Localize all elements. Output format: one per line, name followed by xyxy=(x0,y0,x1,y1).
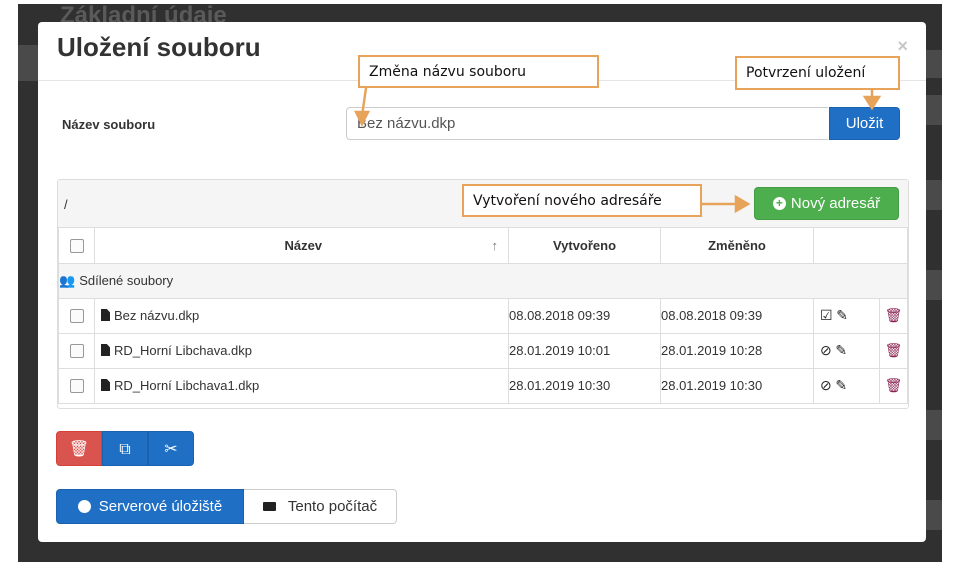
table-row[interactable]: RD_Horní Libchava1.dkp 28.01.2019 10:30 … xyxy=(58,367,908,404)
annotation-rename: Změna názvu souboru xyxy=(358,55,599,88)
row-checkbox[interactable] xyxy=(69,309,84,324)
row-actions: ⊘ ✎ xyxy=(813,367,880,404)
file-name[interactable]: Bez názvu.dkp xyxy=(114,308,199,323)
select-all-cell xyxy=(58,228,95,264)
storage-switch: Serverové úložiště Tento počítač xyxy=(56,489,397,524)
select-all-checkbox[interactable] xyxy=(69,239,84,254)
this-computer-label: Tento počítač xyxy=(287,498,378,515)
file-table: Název ↑ Vytvořeno Změněno 👥 Sdílené soubo… xyxy=(58,228,908,404)
row-checkbox-cell xyxy=(58,297,95,334)
backdrop-bar xyxy=(18,45,38,81)
blocked-icon[interactable]: ⊘ xyxy=(820,377,832,393)
save-file-dialog: Uložení souboru × Název souboru Uložit /… xyxy=(38,22,926,542)
column-header-modified[interactable]: Změněno xyxy=(660,228,814,264)
new-folder-label: Nový adresář xyxy=(790,195,881,212)
trash-icon[interactable]: 🗑 xyxy=(885,377,903,393)
column-name-label: Název xyxy=(284,237,323,253)
filename-input[interactable] xyxy=(346,107,828,140)
row-delete-cell: 🗑 xyxy=(879,367,908,404)
row-delete-cell: 🗑 xyxy=(879,332,908,369)
table-row[interactable]: Bez názvu.dkp 08.08.2018 09:39 08.08.201… xyxy=(58,297,908,334)
filename-label: Název souboru xyxy=(62,117,156,132)
checked-icon[interactable]: ☑ xyxy=(820,307,833,323)
hard-drive-icon xyxy=(262,501,276,511)
edit-icon[interactable]: ✎ xyxy=(835,342,847,358)
cut-button[interactable]: ✂ xyxy=(148,431,194,466)
shared-folder-row[interactable]: 👥 Sdílené soubory xyxy=(58,262,908,299)
column-header-created[interactable]: Vytvořeno xyxy=(508,228,661,264)
new-folder-button[interactable]: + Nový adresář xyxy=(754,187,899,220)
file-icon xyxy=(101,309,110,321)
row-actions: ⊘ ✎ xyxy=(813,332,880,369)
shared-folder-cell: 👥 Sdílené soubory xyxy=(58,262,908,299)
modified-date: 28.01.2019 10:30 xyxy=(660,367,814,404)
file-icon xyxy=(101,379,110,391)
edit-icon[interactable]: ✎ xyxy=(836,307,848,323)
globe-icon xyxy=(77,499,91,513)
trash-icon[interactable]: 🗑 xyxy=(885,342,903,358)
dialog-title: Uložení souboru xyxy=(57,32,261,62)
file-name[interactable]: RD_Horní Libchava1.dkp xyxy=(114,378,259,393)
this-computer-button[interactable]: Tento počítač xyxy=(244,489,397,524)
file-name-cell: RD_Horní Libchava.dkp xyxy=(94,332,509,369)
annotation-confirm: Potvrzení uložení xyxy=(735,56,900,90)
server-storage-label: Serverové úložiště xyxy=(98,498,223,515)
annotation-new-folder: Vytvoření nového adresáře xyxy=(462,184,702,217)
row-actions: ☑ ✎ xyxy=(813,297,880,334)
row-checkbox[interactable] xyxy=(69,344,84,359)
copy-button[interactable]: ⧉ xyxy=(102,431,148,466)
column-header-name[interactable]: Název ↑ xyxy=(94,228,509,264)
row-checkbox-cell xyxy=(58,332,95,369)
save-button[interactable]: Uložit xyxy=(829,107,900,140)
plus-circle-icon: + xyxy=(772,196,786,210)
close-icon[interactable]: × xyxy=(897,36,908,57)
server-storage-button[interactable]: Serverové úložiště xyxy=(56,489,244,524)
file-name-cell: Bez názvu.dkp xyxy=(94,297,509,334)
row-delete-cell: 🗑 xyxy=(879,297,908,334)
file-action-group: 🗑 ⧉ ✂ xyxy=(56,431,194,466)
column-header-actions xyxy=(813,228,908,264)
created-date: 28.01.2019 10:30 xyxy=(508,367,661,404)
row-checkbox[interactable] xyxy=(69,379,84,394)
file-icon xyxy=(101,344,110,356)
file-name-cell: RD_Horní Libchava1.dkp xyxy=(94,367,509,404)
file-name[interactable]: RD_Horní Libchava.dkp xyxy=(114,343,252,358)
current-path: / xyxy=(64,197,68,212)
edit-icon[interactable]: ✎ xyxy=(835,377,847,393)
users-icon: 👥 xyxy=(59,272,76,288)
created-date: 28.01.2019 10:01 xyxy=(508,332,661,369)
table-header-row: Název ↑ Vytvořeno Změněno xyxy=(58,228,908,264)
delete-button[interactable]: 🗑 xyxy=(56,431,102,466)
modified-date: 28.01.2019 10:28 xyxy=(660,332,814,369)
modified-date: 08.08.2018 09:39 xyxy=(660,297,814,334)
shared-folder-label: Sdílené soubory xyxy=(79,272,174,288)
row-checkbox-cell xyxy=(58,367,95,404)
created-date: 08.08.2018 09:39 xyxy=(508,297,661,334)
table-row[interactable]: RD_Horní Libchava.dkp 28.01.2019 10:01 2… xyxy=(58,332,908,369)
sort-asc-icon: ↑ xyxy=(491,237,499,253)
blocked-icon[interactable]: ⊘ xyxy=(820,342,832,358)
trash-icon[interactable]: 🗑 xyxy=(885,307,903,323)
